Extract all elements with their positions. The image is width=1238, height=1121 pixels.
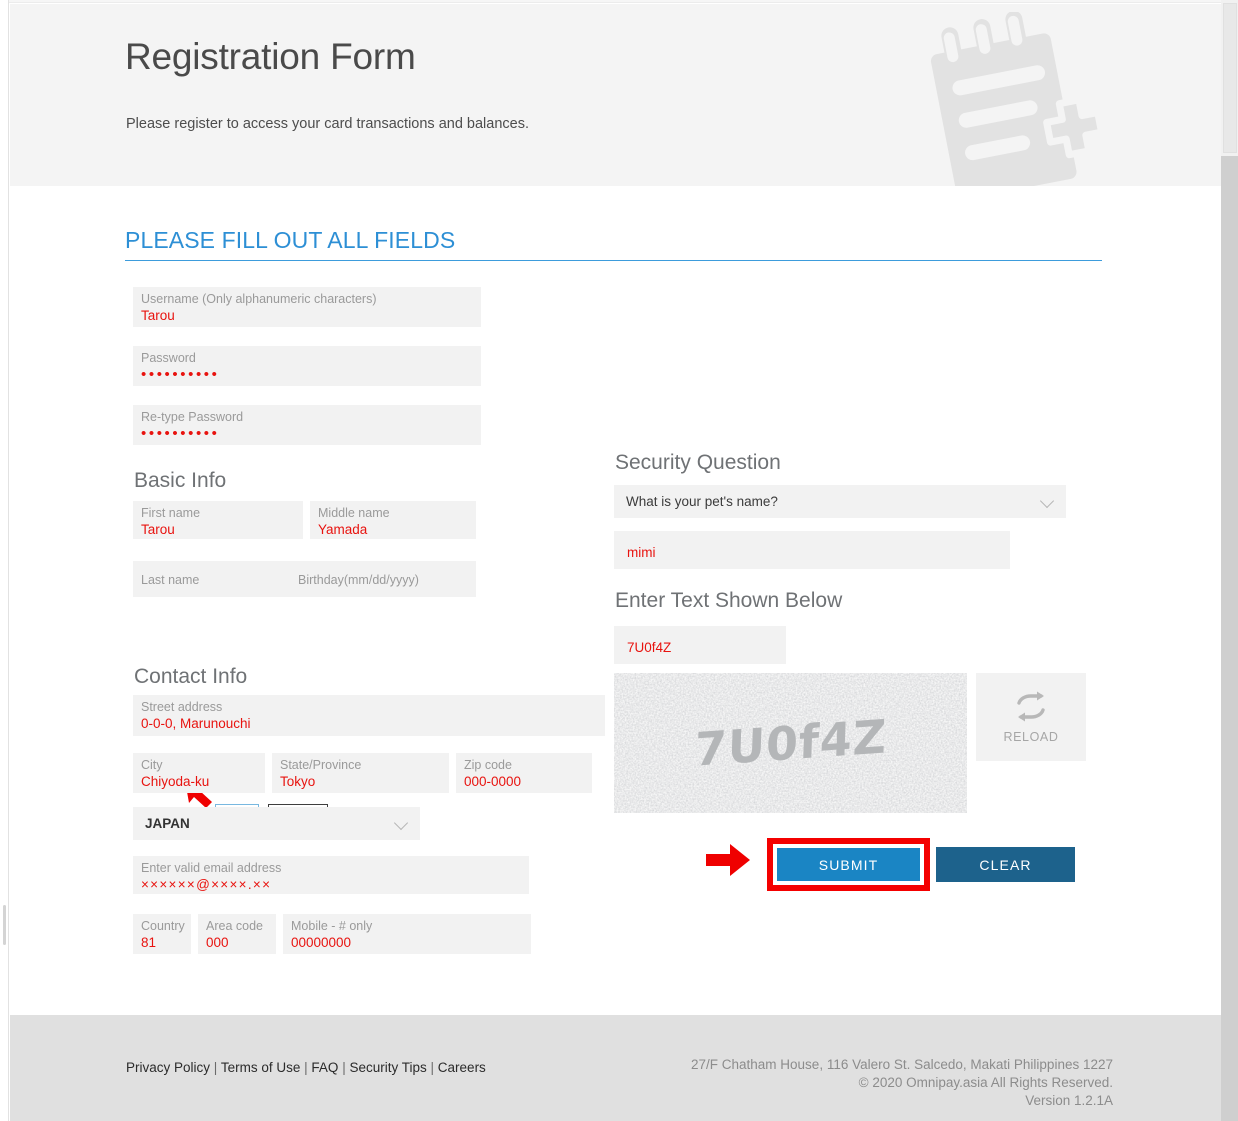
chevron-down-icon [1042, 496, 1053, 507]
password-label: Password [141, 351, 196, 365]
birthday-label: Birthday(mm/dd/yyyy) [298, 573, 419, 587]
country-code-label: Country [141, 919, 185, 933]
mobile-value: 00000000 [291, 935, 352, 950]
area-code-field[interactable]: Area code 000 [198, 914, 276, 954]
username-value: Tarou [141, 308, 175, 323]
footer-link-security-tips[interactable]: Security Tips [349, 1060, 426, 1075]
page-subtitle: Please register to access your card tran… [126, 116, 529, 132]
contact-info-heading: Contact Info [134, 665, 248, 688]
middle-name-field[interactable]: Middle name Yamada [310, 501, 476, 539]
footer-version: Version 1.2.1A [1025, 1092, 1113, 1108]
security-question-select[interactable]: What is your pet's name? [614, 485, 1066, 518]
left-edge-handle[interactable] [3, 905, 6, 945]
middle-name-value: Yamada [318, 522, 368, 537]
footer-links: Privacy Policy | Terms of Use | FAQ | Se… [126, 1060, 486, 1075]
first-name-label: First name [141, 506, 201, 520]
state-province-label: State/Province [280, 758, 362, 772]
country-code-field[interactable]: Country 81 [133, 914, 191, 954]
footer-company-info: 27/F Chatham House, 116 Valero St. Salce… [691, 1056, 1113, 1110]
basic-info-heading: Basic Info [134, 469, 227, 492]
state-province-value: Tokyo [280, 774, 316, 789]
city-label: City [141, 758, 163, 772]
window-top-edge [9, 0, 1221, 3]
zip-code-label: Zip code [464, 758, 512, 772]
mobile-label: Mobile - # only [291, 919, 373, 933]
captcha-heading: Enter Text Shown Below [615, 589, 843, 612]
window-left-edge [0, 0, 9, 1121]
first-name-value: Tarou [141, 522, 175, 537]
country-code-value: 81 [141, 935, 157, 950]
password-field[interactable]: Password •••••••••• [133, 346, 481, 386]
username-label: Username (Only alphanumeric characters) [141, 292, 377, 306]
footer-separator: | [304, 1060, 308, 1075]
footer-link-faq[interactable]: FAQ [311, 1060, 338, 1075]
retype-password-label: Re-type Password [141, 410, 244, 424]
captcha-input-value: 7U0f4Z [627, 640, 672, 655]
country-select[interactable]: JAPAN [133, 807, 420, 840]
clear-button[interactable]: CLEAR [936, 847, 1075, 882]
captcha-reload-label: RELOAD [1003, 730, 1059, 744]
footer-copyright: © 2020 Omnipay.asia All Rights Reserved. [858, 1074, 1113, 1090]
email-value: ××××××@××××.×× [141, 877, 272, 892]
email-field[interactable]: Enter valid email address ××××××@××××.×× [133, 856, 529, 894]
area-code-value: 000 [206, 935, 229, 950]
first-name-field[interactable]: First name Tarou [133, 501, 303, 539]
page-scrollbar[interactable] [1221, 0, 1238, 1121]
last-name-label: Last name [141, 573, 200, 587]
page-footer: Privacy Policy | Terms of Use | FAQ | Se… [10, 1015, 1221, 1121]
footer-separator: | [342, 1060, 346, 1075]
notepad-plus-icon [930, 12, 1100, 186]
footer-link-careers[interactable]: Careers [438, 1060, 486, 1075]
birthday-field[interactable]: Birthday(mm/dd/yyyy) [290, 561, 476, 597]
city-field[interactable]: City Chiyoda-ku [133, 753, 265, 793]
captcha-input[interactable]: 7U0f4Z [614, 626, 786, 664]
password-value: •••••••••• [141, 366, 220, 383]
area-code-label: Area code [206, 919, 263, 933]
reload-icon [1017, 691, 1045, 722]
email-label: Enter valid email address [141, 861, 282, 875]
retype-password-field[interactable]: Re-type Password •••••••••• [133, 405, 481, 445]
pointer-arrow-submit [706, 844, 750, 876]
security-answer-value: mimi [627, 545, 656, 560]
zip-code-field[interactable]: Zip code 000-0000 [456, 753, 592, 793]
footer-address: 27/F Chatham House, 116 Valero St. Salce… [691, 1057, 1113, 1072]
username-field[interactable]: Username (Only alphanumeric characters) … [133, 287, 481, 327]
browser-viewport: Registration Form Please register to acc… [0, 0, 1238, 1121]
city-value: Chiyoda-ku [141, 774, 210, 789]
captcha-reload-button[interactable]: RELOAD [976, 673, 1086, 761]
mobile-field[interactable]: Mobile - # only 00000000 [283, 914, 531, 954]
security-answer-field[interactable]: mimi [614, 531, 1010, 569]
footer-separator: | [213, 1060, 218, 1075]
form-section-title: PLEASE FILL OUT ALL FIELDS [125, 227, 456, 253]
page-banner: Registration Form Please register to acc… [10, 4, 1221, 186]
chevron-down-icon [396, 818, 407, 829]
footer-link-terms-of-use[interactable]: Terms of Use [221, 1060, 301, 1075]
scrollbar-thumb[interactable] [1223, 3, 1237, 153]
footer-separator: | [430, 1060, 435, 1075]
form-body: PLEASE FILL OUT ALL FIELDS Username (Onl… [10, 186, 1221, 1015]
middle-name-label: Middle name [318, 506, 390, 520]
footer-link-privacy-policy[interactable]: Privacy Policy [126, 1060, 210, 1075]
registration-page: Registration Form Please register to acc… [10, 4, 1221, 1121]
street-address-label: Street address [141, 700, 223, 714]
captcha-image: 7U0f4Z [614, 673, 967, 813]
submit-highlight-box [767, 838, 930, 891]
country-select-value: JAPAN [145, 816, 190, 831]
security-question-value: What is your pet's name? [626, 494, 778, 509]
street-address-field[interactable]: Street address 0-0-0, Marunouchi [133, 695, 605, 736]
state-province-field[interactable]: State/Province Tokyo [272, 753, 449, 793]
security-question-heading: Security Question [615, 451, 781, 474]
zip-code-value: 000-0000 [464, 774, 522, 789]
section-divider [125, 260, 1102, 261]
street-address-value: 0-0-0, Marunouchi [141, 716, 251, 731]
retype-password-value: •••••••••• [141, 425, 220, 442]
page-title: Registration Form [125, 36, 416, 77]
